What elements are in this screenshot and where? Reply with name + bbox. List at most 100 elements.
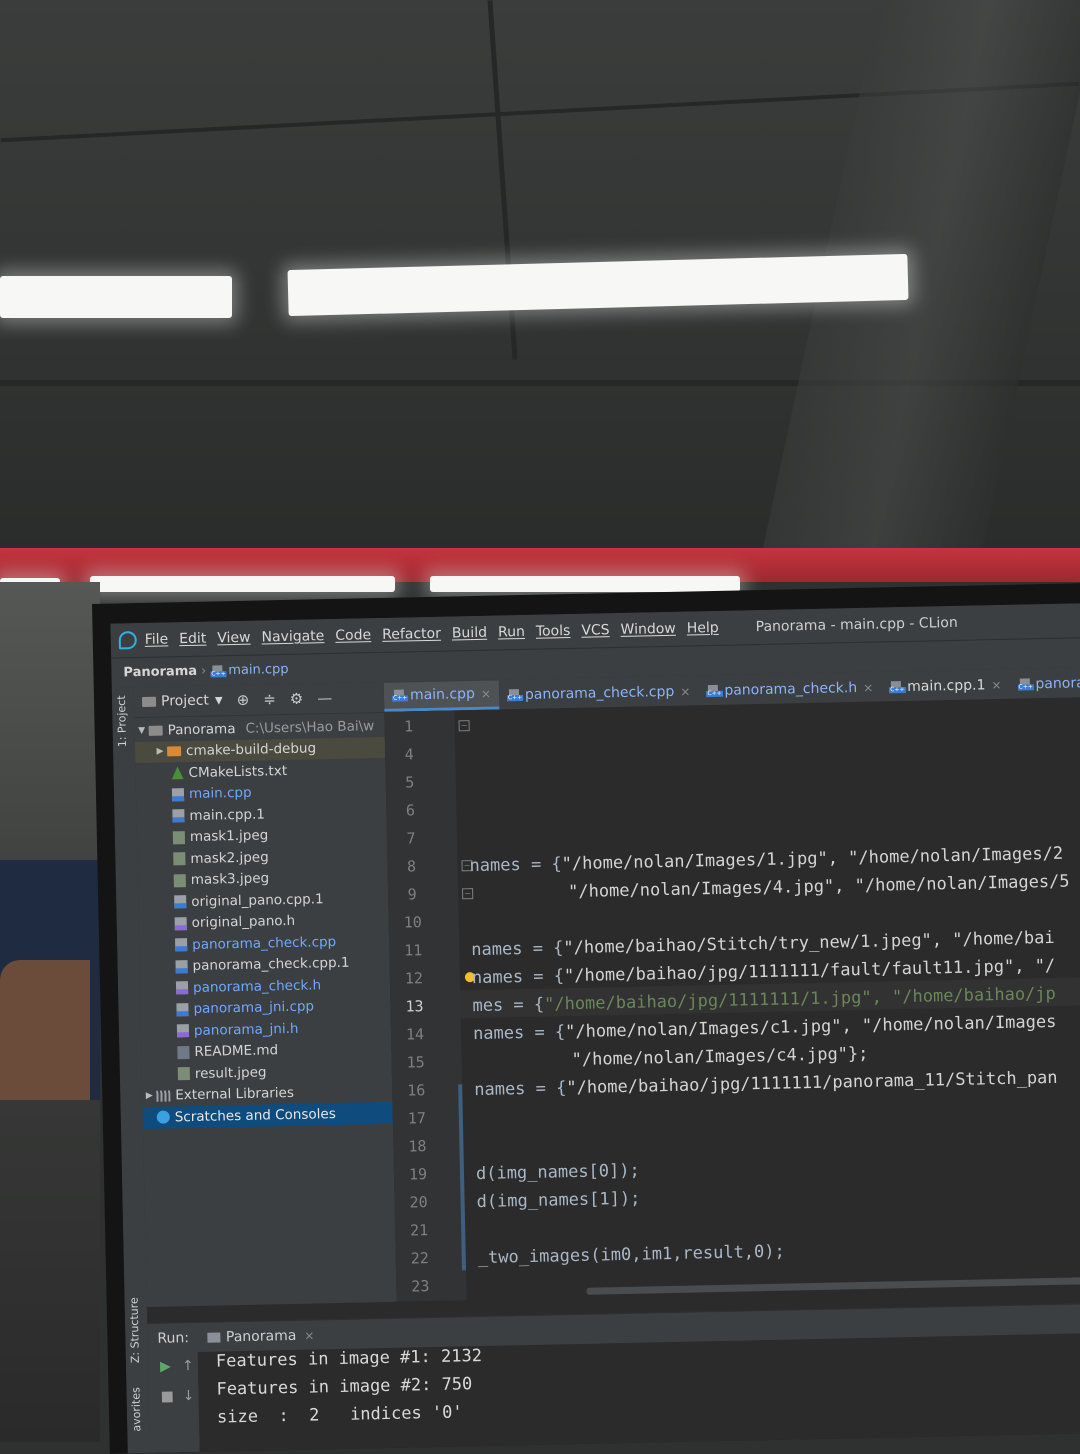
code-editor[interactable]: 1 4 5 6 7 8 9 10 11 12 13 14 15 16 17 18…: [384, 697, 1080, 1302]
scratches-icon: [156, 1110, 170, 1125]
menu-tools[interactable]: Tools: [536, 623, 571, 640]
line-number: 10: [403, 913, 422, 932]
tree-item-label: Scratches and Consoles: [174, 1105, 336, 1126]
structure-tool-button[interactable]: Z: Structure: [128, 1297, 142, 1363]
image-file-icon: [173, 873, 186, 888]
window-title: Panorama - main.cpp - CLion: [755, 614, 958, 636]
rerun-icon[interactable]: ▶: [160, 1359, 171, 1375]
line-number: 21: [409, 1221, 429, 1240]
cpp-file-icon: [175, 938, 188, 952]
console-line: Features in image #2: 750: [216, 1374, 473, 1400]
tab-label: main.cpp.1: [906, 676, 986, 695]
code-line-8: names = {"/home/nolan/Images/1.jpg", "/h…: [469, 844, 1063, 876]
line-number: 7: [406, 829, 416, 848]
cpp-file-icon: [171, 787, 185, 802]
close-icon[interactable]: ×: [863, 680, 873, 694]
cpp-file-icon: [172, 809, 185, 823]
tree-item-label: README.md: [194, 1042, 279, 1061]
breadcrumb-file[interactable]: main.cpp: [228, 662, 289, 678]
menu-vcs[interactable]: VCS: [581, 622, 610, 639]
menu-navigate[interactable]: Navigate: [261, 628, 324, 645]
tree-item-label: cmake-build-debug: [185, 740, 317, 760]
horizontal-scrollbar[interactable]: [586, 1277, 1080, 1295]
fold-collapse-icon[interactable]: −: [458, 720, 470, 732]
project-tool-button[interactable]: 1: Project: [115, 695, 129, 747]
stop-icon[interactable]: ■: [160, 1388, 174, 1404]
fold-collapse-icon[interactable]: −: [462, 888, 474, 900]
scroll-up-icon[interactable]: ↑: [182, 1358, 194, 1374]
line-number: 4: [404, 745, 414, 764]
cpp-file-icon: [507, 689, 521, 701]
menu-refactor[interactable]: Refactor: [382, 626, 441, 643]
chevron-down-icon[interactable]: ▼: [215, 695, 223, 706]
code-token: names = {: [474, 1078, 567, 1101]
menu-view[interactable]: View: [217, 630, 251, 647]
tab-panorama-check-cpp[interactable]: panorama_check.cpp ×: [499, 676, 699, 709]
code-line-15: "/home/nolan/Images/c4.jpg"};: [571, 1044, 868, 1070]
line-number: 9: [407, 885, 417, 904]
scroll-down-icon[interactable]: ↓: [182, 1388, 194, 1404]
tab-main-cpp[interactable]: main.cpp ×: [383, 680, 500, 712]
cpp-file-icon: [175, 959, 188, 974]
close-icon[interactable]: ×: [991, 677, 1001, 691]
cpp-file-icon: [174, 895, 187, 909]
hide-icon[interactable]: —: [317, 689, 332, 707]
code-line-20: d(img_names[1]);: [476, 1188, 641, 1213]
code-token: names = {: [471, 938, 564, 961]
code-line-22: _two_images(im0,im1,result,0);: [477, 1241, 785, 1269]
favorites-tool-button[interactable]: avorites: [129, 1387, 143, 1432]
ceiling-light: [90, 576, 395, 592]
menu-window[interactable]: Window: [620, 621, 676, 638]
expand-arrow-icon[interactable]: ▶: [142, 1091, 156, 1101]
close-icon[interactable]: ×: [680, 684, 690, 698]
project-view-selector[interactable]: Project: [161, 693, 209, 710]
tree-item-label: mask2.jpeg: [190, 849, 269, 867]
header-file-icon: [176, 1024, 190, 1038]
collapse-all-icon[interactable]: ≑: [263, 690, 276, 708]
tree-item-label: panorama_jni.cpp: [193, 998, 315, 1018]
code-string: "/home/baihao/Stitch/try_new/1.jpeg", "/…: [563, 927, 1055, 959]
tab-panorama-check-h[interactable]: panorama_check.h ×: [698, 672, 881, 705]
breadcrumb-project[interactable]: Panorama: [123, 664, 197, 681]
console-icon: [206, 1332, 221, 1343]
line-number: 5: [405, 773, 415, 792]
line-number: 23: [411, 1277, 430, 1296]
line-number: 11: [404, 941, 423, 960]
line-number: 22: [410, 1249, 429, 1268]
gear-icon[interactable]: ⚙: [290, 690, 304, 708]
line-number: 12: [404, 969, 424, 988]
menu-edit[interactable]: Edit: [179, 631, 206, 648]
image-file-icon: [172, 830, 186, 845]
tree-item-scratches[interactable]: Scratches and Consoles: [142, 1101, 393, 1129]
folder-icon: [148, 725, 163, 736]
line-number: 1: [403, 717, 414, 736]
run-toolbar: ▶ ↑ ■ ↓: [147, 1351, 200, 1453]
console-line: size : 2 indices '0': [216, 1402, 463, 1428]
tab-label: panorama_check.h: [724, 679, 858, 699]
code-string: "/home/nolan/Images/c4.jpg"};: [571, 1043, 869, 1071]
tab-label: panorar: [1035, 674, 1080, 692]
expand-arrow-icon[interactable]: ▶: [153, 747, 167, 757]
tree-item-label: External Libraries: [175, 1085, 295, 1104]
menu-file[interactable]: File: [145, 631, 169, 647]
close-icon[interactable]: ×: [304, 1329, 314, 1343]
expand-arrow-icon[interactable]: ▼: [135, 726, 149, 736]
menu-build[interactable]: Build: [452, 625, 487, 642]
tab-panorama-truncated[interactable]: panorar: [1009, 668, 1080, 699]
tab-main-cpp-1[interactable]: main.cpp.1 ×: [881, 670, 1010, 702]
locate-icon[interactable]: ⊕: [236, 691, 249, 709]
clion-app-icon: [118, 631, 137, 650]
monitor: File Edit View Navigate Code Refactor Bu…: [92, 583, 1080, 1454]
code-string: "/home/baihao/jpg/1111111/panorama_11/St…: [566, 1067, 1058, 1099]
line-number: 18: [408, 1137, 427, 1156]
ceiling-light: [0, 276, 232, 318]
run-label: Run:: [157, 1330, 190, 1347]
run-console[interactable]: Features in image #1: 2132 Features in i…: [197, 1332, 1080, 1452]
menu-run[interactable]: Run: [498, 624, 525, 641]
menu-help[interactable]: Help: [687, 620, 719, 637]
code-line-16: names = {"/home/baihao/jpg/1111111/panor…: [474, 1068, 1058, 1100]
menu-code[interactable]: Code: [335, 627, 371, 644]
line-number: 19: [408, 1165, 428, 1184]
run-tab-panorama[interactable]: Panorama ×: [206, 1328, 315, 1346]
close-icon[interactable]: ×: [481, 687, 491, 701]
